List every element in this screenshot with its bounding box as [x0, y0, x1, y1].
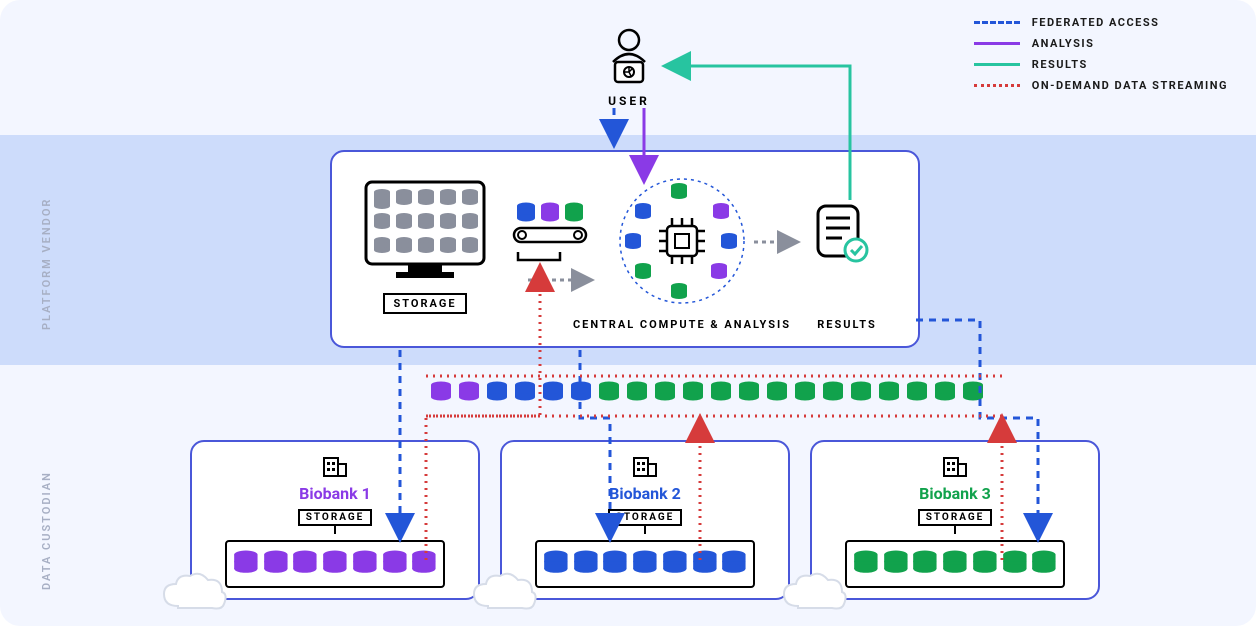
- stream-row: [430, 380, 984, 406]
- db-stack-icon: [514, 380, 536, 406]
- db-stack-icon: [632, 549, 658, 579]
- legend-federated: FEDERATED ACCESS: [974, 16, 1228, 29]
- cloud-icon: [468, 570, 540, 616]
- building-icon: [320, 452, 350, 478]
- legend-streaming: ON-DEMAND DATA STREAMING: [974, 79, 1228, 92]
- db-stack-icon: [263, 549, 289, 579]
- db-stack-icon: [766, 380, 788, 406]
- db-stack-icon: [430, 380, 452, 406]
- biobank-2: Biobank 2 STORAGE: [500, 440, 790, 600]
- biobank-2-title: Biobank 2: [502, 484, 788, 503]
- db-stack-icon: [794, 380, 816, 406]
- db-stack-icon: [598, 380, 620, 406]
- db-stack-icon: [322, 549, 348, 579]
- biobank-1: Biobank 1 STORAGE: [190, 440, 480, 600]
- cloud-icon: [158, 570, 230, 616]
- diagram-canvas: PLATFORM VENDOR DATA CUSTODIAN FEDERATED…: [0, 0, 1256, 626]
- db-stack-icon: [883, 549, 909, 579]
- inner-arrows: [332, 152, 922, 350]
- biobank-1-tank: [225, 540, 445, 588]
- user-icon: [598, 28, 660, 86]
- db-stack-icon: [573, 549, 599, 579]
- db-stack-icon: [906, 380, 928, 406]
- legend-line-results: [974, 63, 1020, 66]
- db-stack-icon: [850, 380, 872, 406]
- cloud-icon: [778, 570, 850, 616]
- db-stack-icon: [654, 380, 676, 406]
- biobank-1-title: Biobank 1: [192, 484, 478, 503]
- biobank-3-title: Biobank 3: [812, 484, 1098, 503]
- legend-label: FEDERATED ACCESS: [1032, 16, 1160, 29]
- legend-line-federated: [974, 21, 1020, 24]
- side-label-vendor: PLATFORM VENDOR: [40, 190, 53, 330]
- building-icon: [940, 452, 970, 478]
- db-stack-icon: [934, 380, 956, 406]
- user-label: USER: [598, 94, 660, 108]
- db-stack-icon: [352, 549, 378, 579]
- legend-line-analysis: [974, 42, 1020, 45]
- legend-analysis: ANALYSIS: [974, 37, 1228, 50]
- db-stack-icon: [682, 380, 704, 406]
- building-icon: [630, 452, 660, 478]
- db-stack-icon: [738, 380, 760, 406]
- db-stack-icon: [710, 380, 732, 406]
- biobank-3-storage-label: STORAGE: [918, 509, 993, 526]
- biobank-1-storage-label: STORAGE: [298, 509, 373, 526]
- biobank-3-tank: [845, 540, 1065, 588]
- biobank-2-tank: [535, 540, 755, 588]
- db-stack-icon: [822, 380, 844, 406]
- db-stack-icon: [878, 380, 900, 406]
- db-stack-icon: [626, 380, 648, 406]
- db-stack-icon: [543, 549, 569, 579]
- db-stack-icon: [662, 549, 688, 579]
- db-stack-icon: [233, 549, 259, 579]
- db-stack-icon: [1002, 549, 1028, 579]
- db-stack-icon: [972, 549, 998, 579]
- db-stack-icon: [570, 380, 592, 406]
- legend-label: ANALYSIS: [1032, 37, 1095, 50]
- db-stack-icon: [912, 549, 938, 579]
- db-stack-icon: [721, 549, 747, 579]
- db-stack-icon: [486, 380, 508, 406]
- db-stack-icon: [411, 549, 437, 579]
- db-stack-icon: [692, 549, 718, 579]
- biobank-3: Biobank 3 STORAGE: [810, 440, 1100, 600]
- db-stack-icon: [962, 380, 984, 406]
- legend-line-streaming: [974, 84, 1020, 87]
- legend-label: RESULTS: [1032, 58, 1088, 71]
- user-block: USER: [598, 28, 660, 108]
- db-stack-icon: [292, 549, 318, 579]
- db-stack-icon: [542, 380, 564, 406]
- db-stack-icon: [602, 549, 628, 579]
- db-stack-icon: [458, 380, 480, 406]
- side-label-custodian: DATA CUSTODIAN: [40, 450, 53, 590]
- db-stack-icon: [853, 549, 879, 579]
- biobank-2-storage-label: STORAGE: [608, 509, 683, 526]
- legend-results: RESULTS: [974, 58, 1228, 71]
- platform-panel: STORAGE: [330, 150, 920, 348]
- legend-label: ON-DEMAND DATA STREAMING: [1032, 79, 1228, 92]
- db-stack-icon: [1031, 549, 1057, 579]
- legend: FEDERATED ACCESS ANALYSIS RESULTS ON-DEM…: [974, 16, 1228, 100]
- db-stack-icon: [942, 549, 968, 579]
- db-stack-icon: [382, 549, 408, 579]
